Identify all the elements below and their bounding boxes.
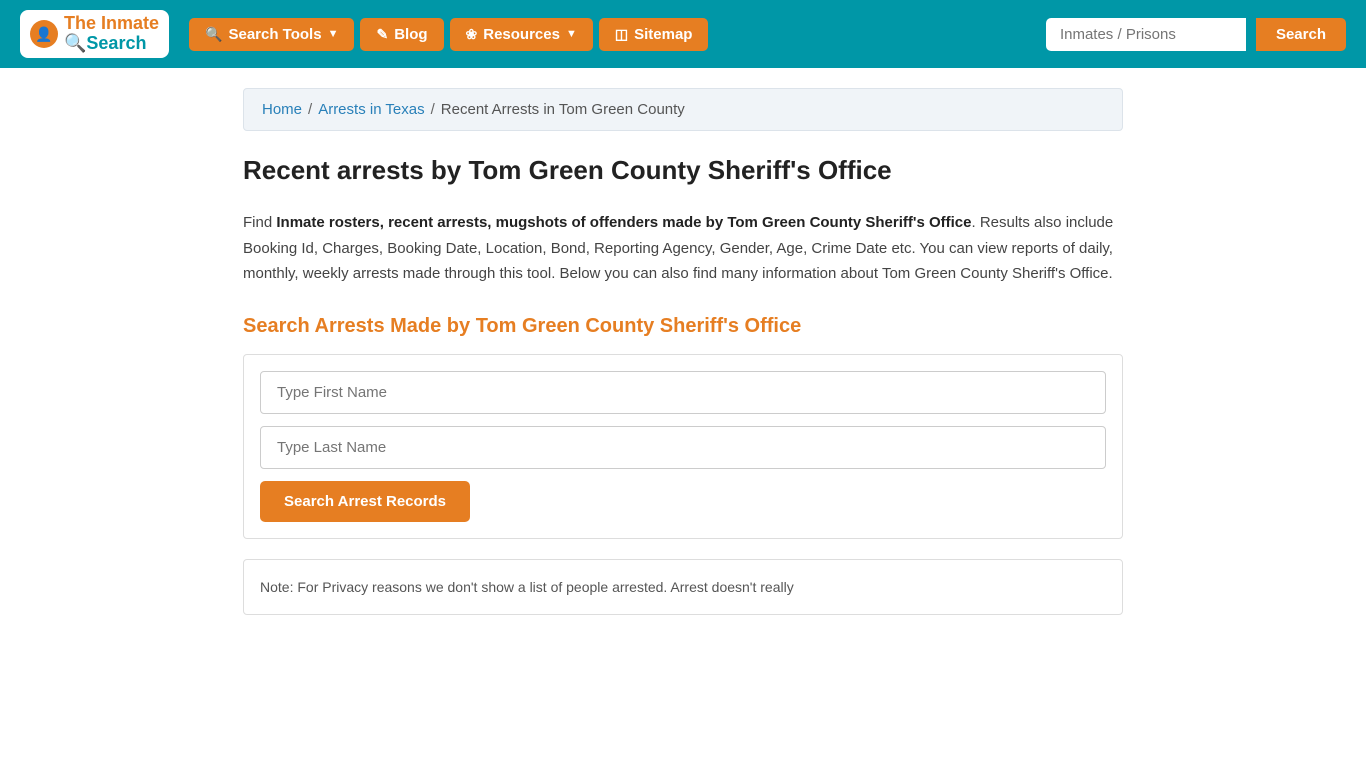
first-name-input[interactable] [260,371,1106,414]
breadcrumb-sep-1: / [308,101,312,118]
description-bold: Inmate rosters, recent arrests, mugshots… [276,214,971,231]
header-search-input[interactable] [1046,18,1246,51]
last-name-input[interactable] [260,426,1106,469]
search-tools-button[interactable]: Search Tools ▼ [189,18,354,51]
header-search: Search [1046,18,1346,51]
resources-label: Resources [483,26,560,43]
search-section-title: Search Arrests Made by Tom Green County … [243,315,1123,338]
logo-icon: 👤 [30,20,58,48]
search-arrest-records-button[interactable]: Search Arrest Records [260,481,470,522]
resources-button[interactable]: Resources ▼ [450,18,593,51]
site-header: 👤 The Inmate🔍Search Search Tools ▼ Blog … [0,0,1366,68]
breadcrumb-sep-2: / [431,101,435,118]
blog-button[interactable]: Blog [360,18,443,51]
logo-text: The Inmate🔍Search [64,14,159,54]
breadcrumb-current: Recent Arrests in Tom Green County [441,101,685,118]
page-description: Find Inmate rosters, recent arrests, mug… [243,210,1123,287]
resources-chevron: ▼ [566,28,577,40]
search-tools-label: Search Tools [228,26,321,43]
sitemap-label: Sitemap [634,26,692,43]
resources-icon [466,26,478,43]
search-records-label: Search Arrest Records [284,493,446,510]
breadcrumb-arrests-texas[interactable]: Arrests in Texas [318,101,424,118]
page-title: Recent arrests by Tom Green County Sheri… [243,155,1123,186]
blog-icon [376,26,388,43]
main-nav: Search Tools ▼ Blog Resources ▼ Sitemap [189,18,1046,51]
search-tools-icon [205,26,222,43]
search-tools-chevron: ▼ [328,28,339,40]
breadcrumb-home[interactable]: Home [262,101,302,118]
header-search-button[interactable]: Search [1256,18,1346,51]
blog-label: Blog [394,26,427,43]
breadcrumb-container: Home / Arrests in Texas / Recent Arrests… [243,88,1123,131]
note-text: Note: For Privacy reasons we don't show … [260,576,1106,598]
search-form: Search Arrest Records [243,354,1123,539]
note-section: Note: For Privacy reasons we don't show … [243,559,1123,615]
breadcrumb: Home / Arrests in Texas / Recent Arrests… [262,101,1104,118]
header-search-label: Search [1276,26,1326,43]
site-logo[interactable]: 👤 The Inmate🔍Search [20,10,169,58]
description-intro: Find [243,214,276,231]
main-content: Home / Arrests in Texas / Recent Arrests… [223,68,1143,635]
sitemap-button[interactable]: Sitemap [599,18,709,51]
sitemap-icon [615,26,628,43]
